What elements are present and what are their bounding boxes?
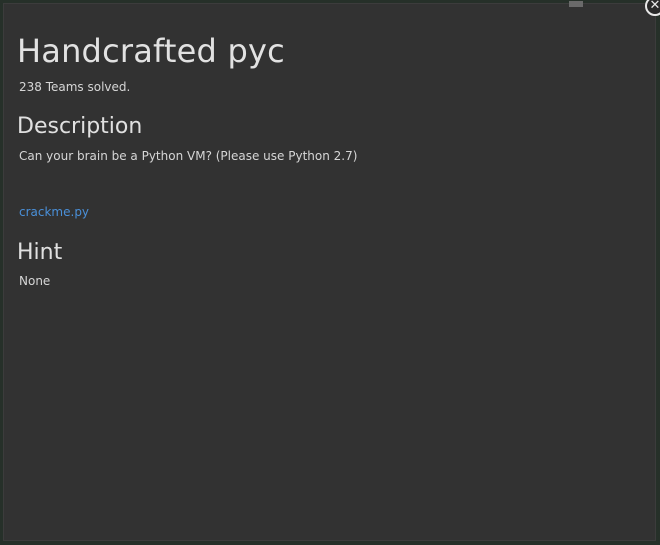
file-download-link[interactable]: crackme.py	[19, 205, 89, 219]
close-icon[interactable]: ✕	[645, 0, 660, 16]
hint-text: None	[19, 274, 51, 288]
challenge-title: Handcrafted pyc	[17, 32, 285, 70]
description-text: Can your brain be a Python VM? (Please u…	[19, 149, 358, 163]
hint-heading: Hint	[17, 240, 63, 265]
challenge-modal: ✕ Handcrafted pyc 238 Teams solved. Desc…	[3, 0, 660, 541]
description-heading: Description	[17, 114, 143, 139]
scroll-handle[interactable]	[569, 1, 583, 7]
solved-count: 238 Teams solved.	[19, 80, 131, 94]
